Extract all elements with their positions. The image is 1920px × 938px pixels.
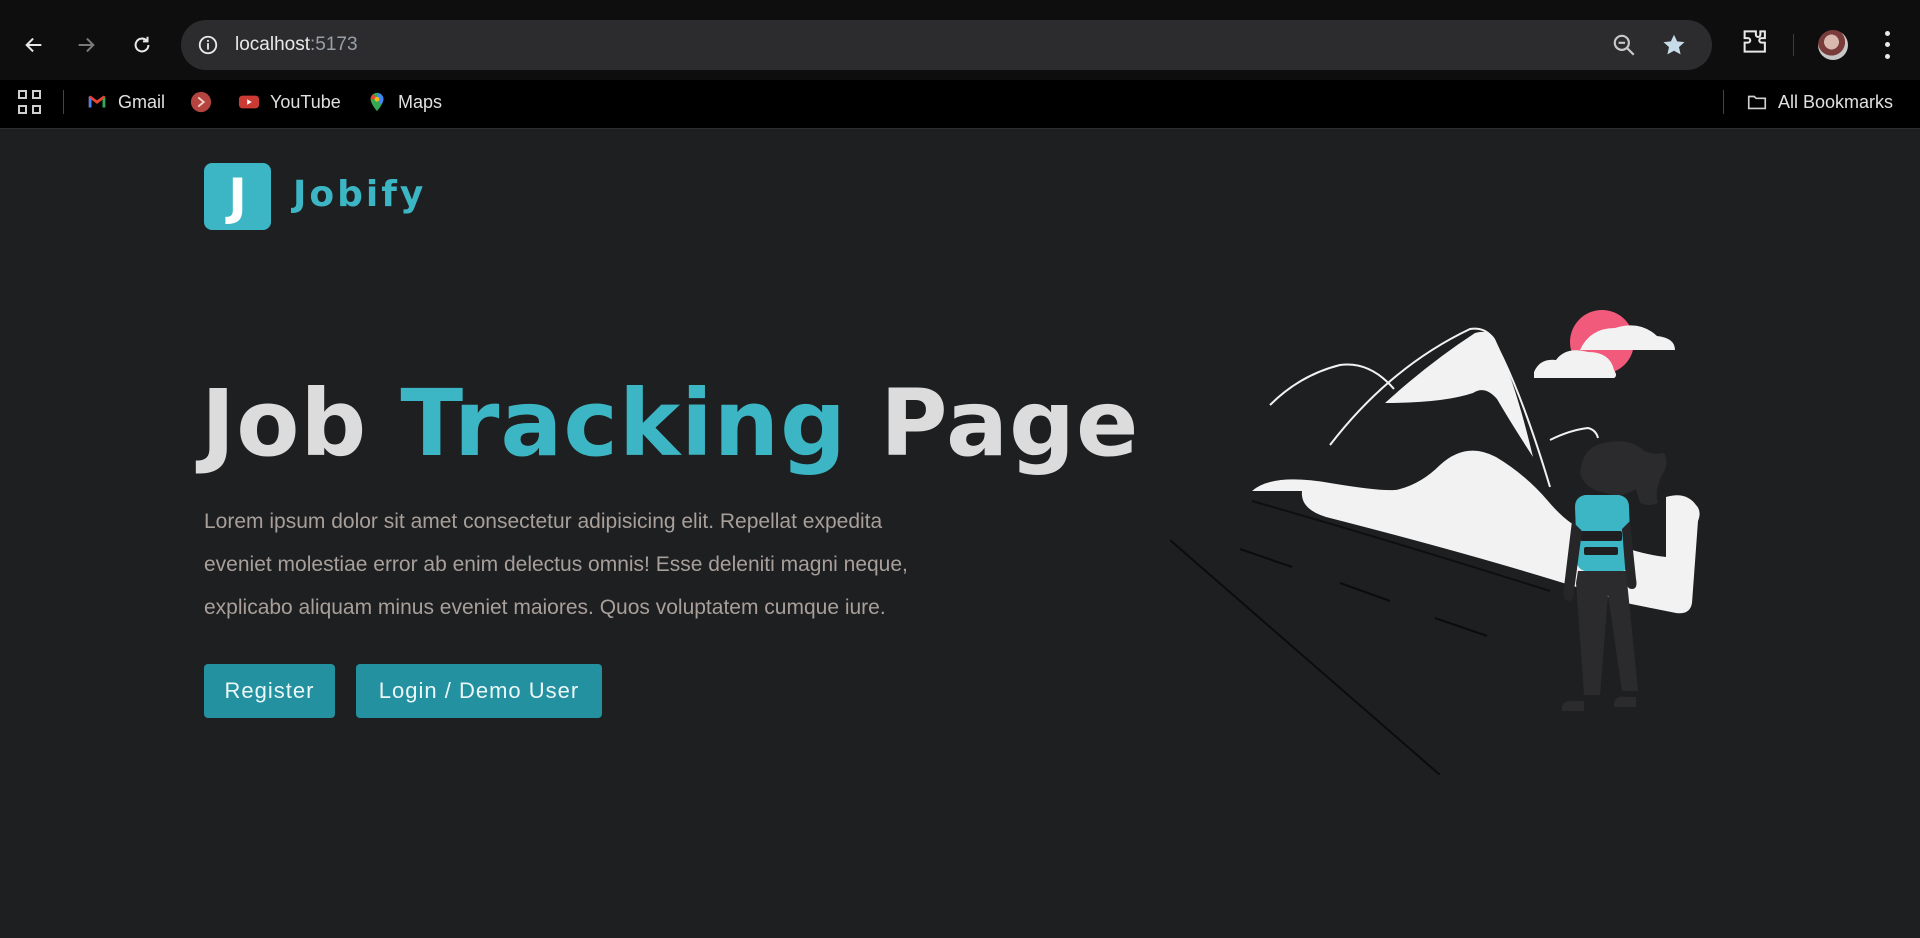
logo-mark[interactable]: J: [204, 163, 271, 230]
bookmark-gmail[interactable]: Gmail: [86, 87, 165, 117]
logo-letter: J: [228, 167, 247, 226]
toolbar-divider: [1793, 34, 1794, 56]
maps-pin-icon: [370, 92, 384, 112]
mountain-outline-right: [1549, 426, 1599, 441]
register-button[interactable]: Register: [204, 664, 335, 718]
road-dash-3: [1434, 617, 1488, 637]
youtube-icon: [238, 95, 260, 109]
road-dash-1: [1239, 548, 1293, 568]
road-line-long: [1170, 539, 1441, 775]
apps-grid-icon[interactable]: [18, 90, 42, 114]
bookmark-label: Maps: [398, 91, 443, 112]
bookmarks-divider-right: [1723, 90, 1724, 114]
bookmark-youtube[interactable]: YouTube: [238, 87, 341, 117]
bookmark-red-site[interactable]: [190, 87, 212, 117]
reload-icon: [134, 36, 150, 53]
forward-arrow-icon: [78, 37, 95, 53]
address-bar[interactable]: localhost:5173: [181, 20, 1712, 70]
page-title: Job Tracking Page: [201, 370, 1139, 477]
folder-icon: [1747, 95, 1767, 110]
gmail-icon: [88, 95, 106, 108]
url-port: :5173: [310, 34, 358, 55]
hero-illustration: [1170, 310, 1700, 775]
road-dash-2: [1339, 582, 1391, 602]
person-boot-left: [1562, 700, 1584, 711]
site-info-icon[interactable]: [195, 32, 221, 58]
bookmark-label: Gmail: [118, 91, 166, 112]
title-part-2: Page: [847, 370, 1140, 477]
title-part-1: Job: [201, 370, 401, 477]
url-text: localhost:5173: [235, 34, 358, 56]
bookmark-label: YouTube: [270, 91, 341, 112]
person-boot-right: [1614, 696, 1636, 707]
mountain-snow-main: [1385, 331, 1533, 457]
backpack-strap-1: [1580, 531, 1622, 541]
title-accent: Tracking: [400, 370, 848, 477]
bookmark-star-icon[interactable]: [1661, 32, 1687, 58]
bookmarks-divider: [63, 90, 64, 114]
back-button[interactable]: [14, 25, 54, 65]
logo-text[interactable]: Jobify: [293, 174, 426, 215]
chrome-menu-icon[interactable]: [1872, 28, 1902, 62]
red-circle-site-icon: [190, 91, 212, 113]
zoom-icon[interactable]: [1611, 32, 1637, 58]
forward-button[interactable]: [66, 25, 106, 65]
hero-description: Lorem ipsum dolor sit amet consectetur a…: [204, 510, 908, 619]
login-demo-button[interactable]: Login / Demo User: [356, 664, 602, 718]
profile-avatar[interactable]: [1818, 30, 1848, 60]
landing-page: J Jobify Job Tracking Page Lorem ipsum d…: [0, 130, 1920, 938]
reload-button[interactable]: [122, 25, 162, 65]
backpack-strap-2: [1584, 547, 1618, 555]
all-bookmarks-button[interactable]: All Bookmarks: [1746, 87, 1893, 117]
url-host: localhost: [235, 34, 310, 55]
back-arrow-icon: [25, 37, 42, 53]
all-bookmarks-label: All Bookmarks: [1778, 91, 1894, 112]
mountain-outline-left: [1269, 363, 1395, 406]
bookmark-maps[interactable]: Maps: [366, 87, 442, 117]
extensions-icon[interactable]: [1740, 28, 1770, 58]
